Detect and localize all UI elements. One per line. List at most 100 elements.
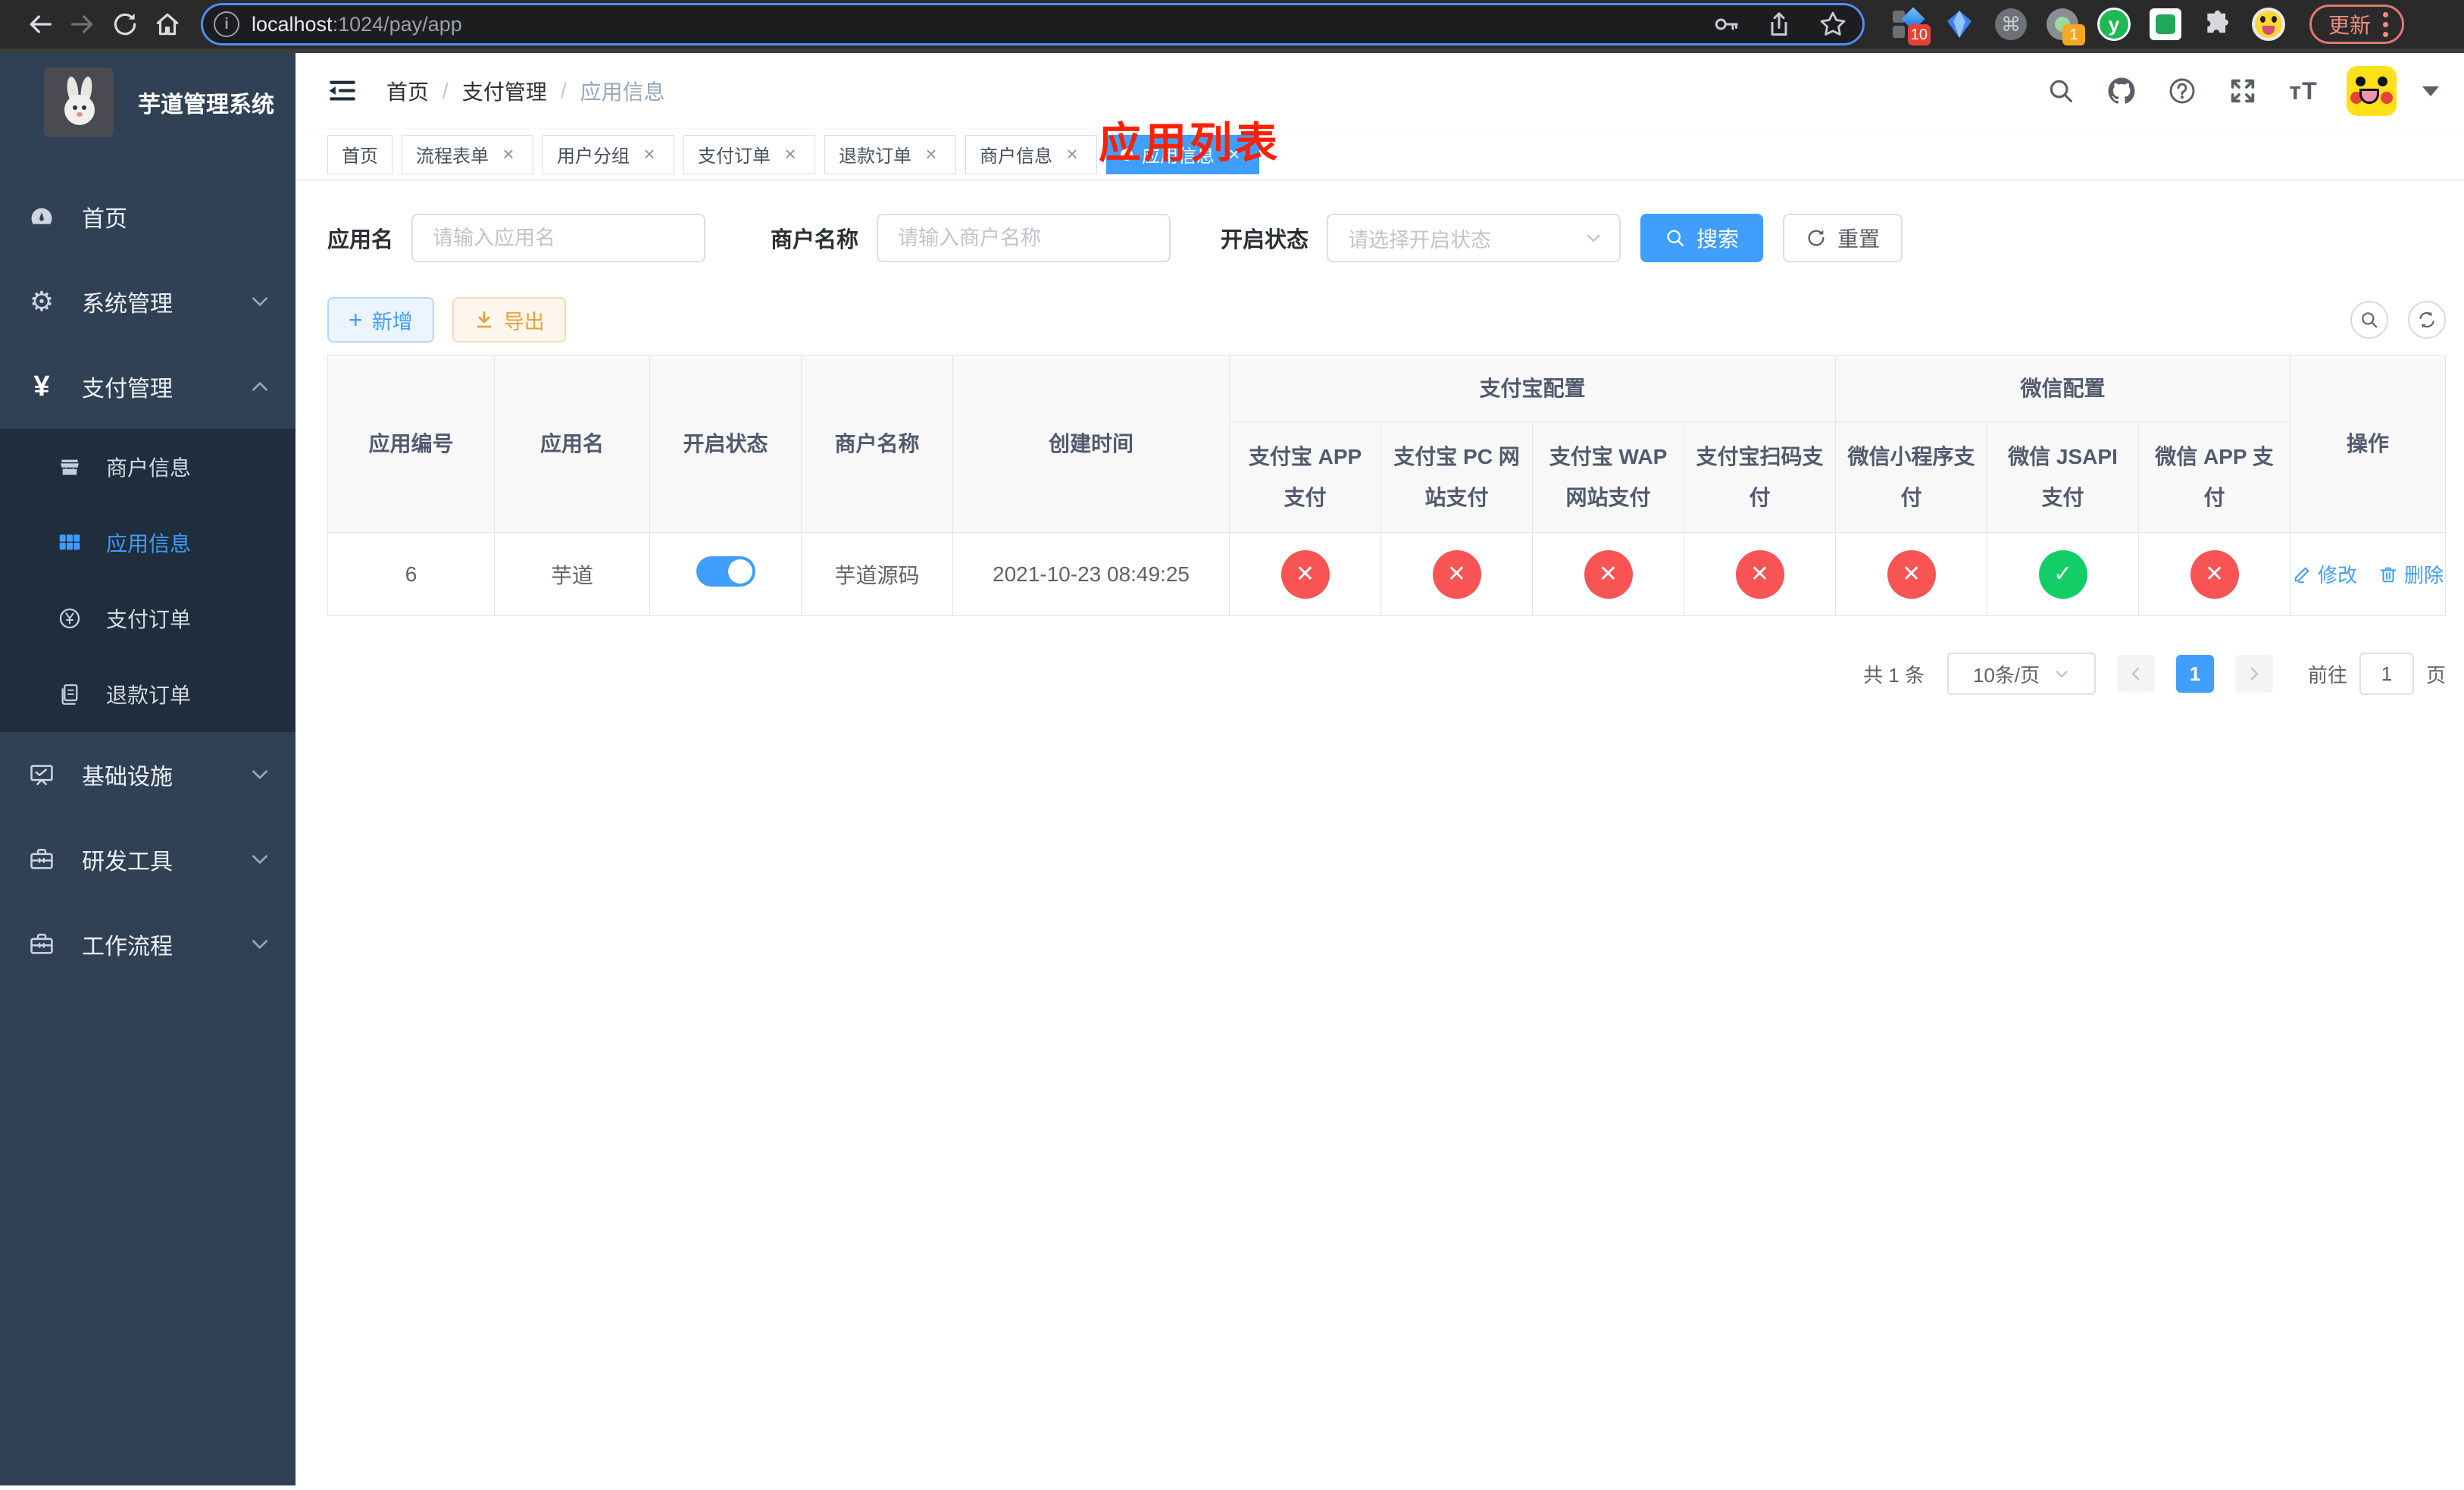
total-count: 共 1 条 bbox=[1863, 663, 1925, 687]
extension-command-icon[interactable]: ⌘ bbox=[1994, 8, 2028, 41]
app-table: 应用编号 应用名 开启状态 商户名称 创建时间 支付宝配置 微信配置 操作 支付… bbox=[327, 355, 2447, 616]
sidebar-item-workflow[interactable]: 工作流程 bbox=[0, 902, 295, 987]
extensions-area: 10 ⌘ 1 y bbox=[1891, 7, 2285, 45]
reload-icon[interactable] bbox=[108, 7, 142, 42]
sidebar-collapse-icon[interactable] bbox=[327, 76, 358, 106]
font-size-icon[interactable]: тT bbox=[2286, 74, 2321, 108]
sidebar-item-dev-tools[interactable]: 研发工具 bbox=[0, 817, 295, 902]
download-icon bbox=[477, 311, 492, 328]
status-select[interactable]: 请选择开启状态 bbox=[1327, 214, 1621, 262]
user-avatar[interactable] bbox=[2347, 66, 2397, 116]
breadcrumb-payment[interactable]: 支付管理 bbox=[462, 76, 547, 106]
alipay-wap-status-icon: ✕ bbox=[1584, 549, 1633, 599]
search-button[interactable]: 搜索 bbox=[1640, 214, 1764, 262]
close-icon[interactable]: × bbox=[639, 142, 660, 165]
tab-refund-orders[interactable]: 退款订单 × bbox=[824, 134, 956, 174]
chevron-down-icon bbox=[250, 850, 270, 869]
close-icon[interactable]: × bbox=[780, 142, 801, 165]
extension-emoji-icon[interactable] bbox=[2252, 8, 2285, 41]
alipay-pc-status-icon: ✕ bbox=[1432, 549, 1481, 599]
extension-camera-icon[interactable]: 1 bbox=[2046, 8, 2085, 45]
tab-user-group[interactable]: 用户分组 × bbox=[543, 134, 674, 174]
tab-process-form[interactable]: 流程表单 × bbox=[402, 134, 533, 174]
home-icon[interactable] bbox=[150, 7, 185, 42]
search-icon bbox=[2362, 312, 2378, 328]
app-name-input[interactable] bbox=[411, 214, 706, 262]
close-icon[interactable]: × bbox=[921, 142, 942, 165]
col-group-wechat: 微信配置 bbox=[1835, 355, 2291, 422]
col-alipay-wap: 支付宝 WAP 网站支付 bbox=[1532, 421, 1684, 533]
github-icon[interactable] bbox=[2104, 74, 2139, 108]
tab-home[interactable]: 首页 bbox=[327, 134, 392, 174]
tab-merchant-info[interactable]: 商户信息 × bbox=[965, 134, 1097, 174]
sidebar-item-system[interactable]: ⚙ 系统管理 bbox=[0, 259, 295, 344]
cell-app-name: 芋道 bbox=[494, 532, 650, 616]
add-button[interactable]: + 新增 bbox=[327, 297, 434, 343]
breadcrumb-home[interactable]: 首页 bbox=[386, 76, 429, 106]
avatar-caret-icon[interactable] bbox=[2422, 86, 2440, 96]
coin-yen-icon bbox=[58, 606, 82, 631]
reset-button[interactable]: 重置 bbox=[1783, 214, 1903, 262]
header-search-icon[interactable] bbox=[2043, 74, 2078, 108]
page-1-button[interactable]: 1 bbox=[2176, 655, 2214, 693]
chevron-down-icon bbox=[250, 765, 270, 784]
bookmark-star-icon[interactable] bbox=[1818, 10, 1847, 39]
col-wx-lite: 微信小程序支付 bbox=[1835, 421, 1988, 533]
address-bar[interactable]: i localhost:1024/pay/app bbox=[203, 5, 1862, 43]
table-row: 6 芋道 芋道源码 2021-10-23 08:49:25 ✕ ✕ ✕ ✕ ✕ … bbox=[327, 532, 2447, 616]
extensions-puzzle-icon[interactable] bbox=[2200, 8, 2234, 41]
refresh-table-button[interactable] bbox=[2408, 301, 2447, 339]
sidebar-item-app-info[interactable]: 应用信息 bbox=[0, 505, 295, 581]
extension-badge: 10 bbox=[1907, 24, 1931, 45]
documents-icon bbox=[58, 682, 82, 706]
site-info-icon[interactable]: i bbox=[214, 11, 239, 37]
close-icon[interactable]: × bbox=[498, 142, 519, 165]
sidebar-item-merchant-info[interactable]: 商户信息 bbox=[0, 429, 295, 505]
chevron-up-icon bbox=[250, 377, 270, 396]
prev-page-button[interactable] bbox=[2117, 655, 2155, 693]
delete-link[interactable]: 删除 bbox=[2378, 560, 2444, 588]
extension-gem-icon[interactable] bbox=[1943, 8, 1976, 41]
wx-lite-status-icon: ✕ bbox=[1887, 549, 1936, 599]
edit-link[interactable]: 修改 bbox=[2292, 560, 2357, 588]
fullscreen-icon[interactable] bbox=[2225, 74, 2260, 108]
password-key-icon[interactable] bbox=[1712, 11, 1740, 38]
goto-page-input[interactable] bbox=[2359, 653, 2415, 695]
cell-app-id: 6 bbox=[327, 532, 495, 616]
toolbox-icon bbox=[29, 847, 55, 872]
share-icon[interactable] bbox=[1765, 11, 1793, 38]
merchant-name-label: 商户名称 bbox=[771, 228, 859, 252]
sidebar-item-payment[interactable]: ¥ 支付管理 bbox=[0, 344, 295, 429]
page-size-select[interactable]: 10条/页 bbox=[1947, 653, 2096, 695]
export-button[interactable]: 导出 bbox=[452, 297, 566, 343]
chevron-down-icon bbox=[2056, 671, 2068, 678]
chevron-left-icon bbox=[2131, 667, 2140, 681]
annotation-title: 应用列表 bbox=[1099, 119, 1280, 167]
dashboard-icon bbox=[29, 204, 55, 230]
back-icon[interactable] bbox=[23, 7, 58, 42]
extension-y-icon[interactable]: y bbox=[2097, 8, 2131, 41]
next-page-button[interactable] bbox=[2235, 655, 2273, 693]
col-status: 开启状态 bbox=[649, 355, 802, 533]
sidebar-item-home[interactable]: 首页 bbox=[0, 174, 295, 259]
tab-pay-orders[interactable]: 支付订单 × bbox=[683, 134, 815, 174]
chevron-right-icon bbox=[2250, 667, 2259, 681]
extension-grid-icon[interactable]: 10 bbox=[1891, 7, 1931, 45]
browser-menu-icon[interactable] bbox=[2383, 11, 2389, 37]
sidebar-item-infrastructure[interactable]: 基础设施 bbox=[0, 732, 295, 817]
close-icon[interactable]: × bbox=[1062, 142, 1083, 165]
sidebar-item-refund-orders[interactable]: 退款订单 bbox=[0, 656, 295, 732]
app-name-label: 应用名 bbox=[327, 228, 394, 252]
col-wx-app: 微信 APP 支付 bbox=[2138, 421, 2291, 533]
col-merchant: 商户名称 bbox=[801, 355, 953, 533]
app-logo-row: 芋道管理系统 bbox=[0, 53, 295, 137]
chrome-update-button[interactable]: 更新 bbox=[2309, 5, 2405, 44]
sidebar-item-pay-orders[interactable]: 支付订单 bbox=[0, 581, 295, 656]
show-search-button[interactable] bbox=[2350, 301, 2389, 339]
status-toggle[interactable] bbox=[696, 556, 755, 587]
help-icon[interactable] bbox=[2165, 74, 2200, 108]
app-title: 芋道管理系统 bbox=[138, 92, 274, 117]
extension-chat-icon[interactable] bbox=[2149, 8, 2182, 41]
forward-icon[interactable] bbox=[65, 7, 100, 42]
merchant-name-input[interactable] bbox=[877, 214, 1171, 262]
